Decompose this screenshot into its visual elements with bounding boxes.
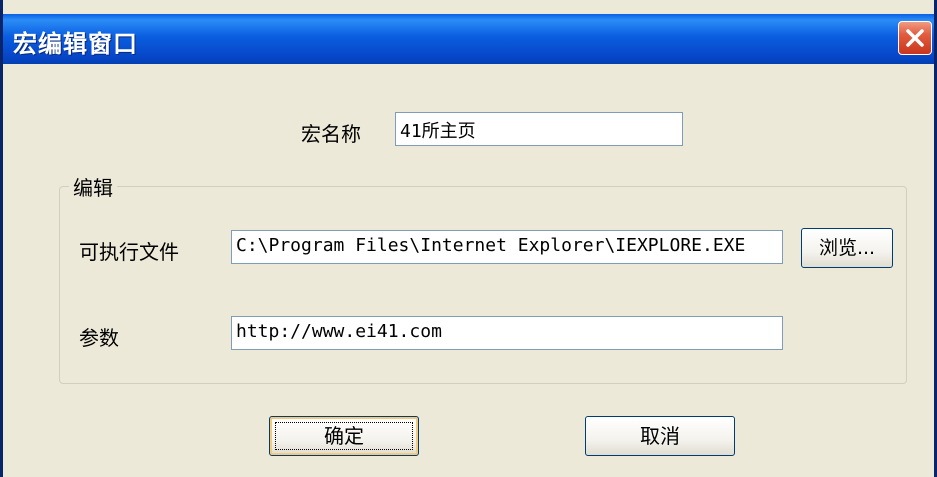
browse-button[interactable]: 浏览...	[801, 228, 893, 268]
executable-input[interactable]: C:\Program Files\Internet Explorer\IEXPL…	[231, 230, 783, 264]
edit-group-label: 编辑	[69, 172, 117, 201]
params-label: 参数	[79, 326, 119, 350]
ok-button[interactable]: 确定	[269, 416, 419, 456]
close-button[interactable]	[898, 21, 932, 55]
executable-label: 可执行文件	[79, 240, 179, 264]
window-title: 宏编辑窗口	[13, 30, 138, 58]
close-icon	[906, 29, 924, 47]
focus-rect	[275, 422, 413, 450]
cancel-button[interactable]: 取消	[585, 416, 735, 456]
dialog-window: 宏编辑窗口 宏名称 41所主页 编辑 可执行文件 C:\Program File…	[0, 0, 937, 477]
macro-name-input[interactable]: 41所主页	[395, 112, 683, 146]
edit-group-box	[59, 186, 907, 384]
params-input[interactable]: http://www.ei41.com	[231, 316, 783, 350]
title-bar[interactable]: 宏编辑窗口	[3, 14, 934, 64]
macro-name-label: 宏名称	[301, 122, 361, 146]
